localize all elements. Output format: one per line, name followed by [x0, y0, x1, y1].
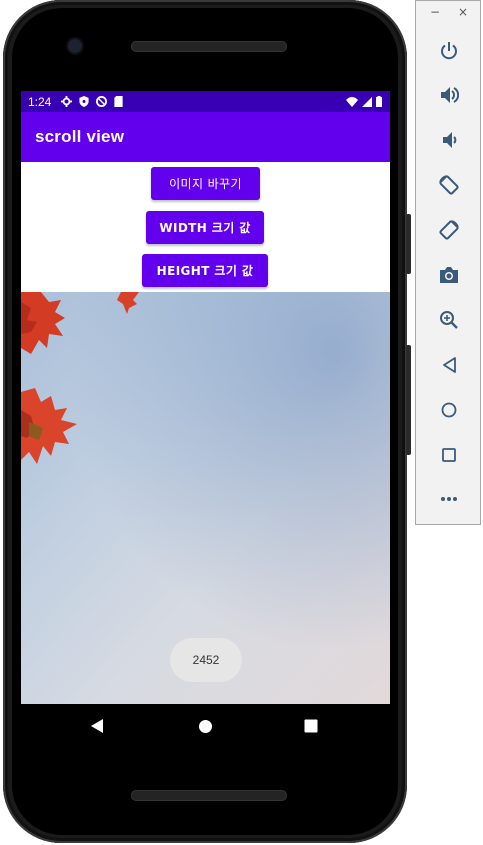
back-icon [443, 357, 456, 373]
zoom-button[interactable] [437, 308, 461, 332]
more-icon [441, 497, 457, 501]
volume-up-icon [441, 87, 459, 103]
volume-up-button[interactable] [437, 83, 461, 107]
rotate-left-icon [439, 175, 459, 195]
nav-home-button[interactable] [195, 716, 215, 736]
rotate-right-icon [439, 220, 459, 240]
battery-icon [376, 96, 382, 107]
height-value-button[interactable]: HEIGHT 크기 값 [142, 254, 268, 287]
navigation-bar [21, 704, 390, 748]
sd-card-icon [114, 96, 123, 107]
status-time: 1:24 [28, 94, 52, 109]
signal-icon [362, 96, 372, 107]
power-button[interactable] [437, 39, 461, 63]
home-circle-icon [198, 719, 212, 733]
home-icon [441, 402, 457, 418]
volume-down-button[interactable] [437, 128, 461, 152]
camera-icon [440, 267, 458, 283]
overview-icon [442, 448, 456, 462]
app-title: scroll view [35, 127, 125, 146]
change-image-button[interactable]: 이미지 바꾸기 [151, 167, 260, 200]
rotate-right-button[interactable] [437, 218, 461, 242]
nav-overview-button[interactable] [301, 716, 321, 736]
screenshot-button[interactable] [437, 263, 461, 287]
overview-button[interactable] [437, 443, 461, 467]
overview-square-icon [304, 719, 318, 733]
close-button[interactable]: × [458, 5, 468, 19]
shield-icon [79, 96, 89, 107]
emulator-toolbar: − × [415, 0, 481, 525]
device-screen: 1:24 scroll view 이미지 바꾸기 WIDTH 크기 값 HEIG… [21, 91, 390, 704]
app-bar: scroll view [21, 112, 390, 162]
front-camera [68, 39, 82, 53]
side-button-upper[interactable] [406, 214, 411, 274]
status-bar: 1:24 [21, 91, 390, 112]
top-speaker [131, 41, 287, 52]
data-saver-icon [96, 96, 108, 107]
zoom-icon [440, 311, 458, 329]
toast-message: 2452 [170, 638, 242, 682]
rotate-left-button[interactable] [437, 173, 461, 197]
nav-back-button[interactable] [87, 716, 107, 736]
bottom-speaker [131, 790, 287, 801]
settings-icon [61, 96, 73, 107]
home-button[interactable] [437, 398, 461, 422]
more-button[interactable] [437, 487, 461, 511]
width-value-button[interactable]: WIDTH 크기 값 [146, 211, 264, 244]
back-button[interactable] [437, 353, 461, 377]
power-icon [441, 42, 457, 60]
back-triangle-icon [91, 719, 103, 733]
volume-down-icon [443, 132, 457, 148]
side-button-lower[interactable] [406, 345, 411, 455]
minimize-button[interactable]: − [430, 5, 440, 19]
wifi-icon [346, 96, 358, 107]
